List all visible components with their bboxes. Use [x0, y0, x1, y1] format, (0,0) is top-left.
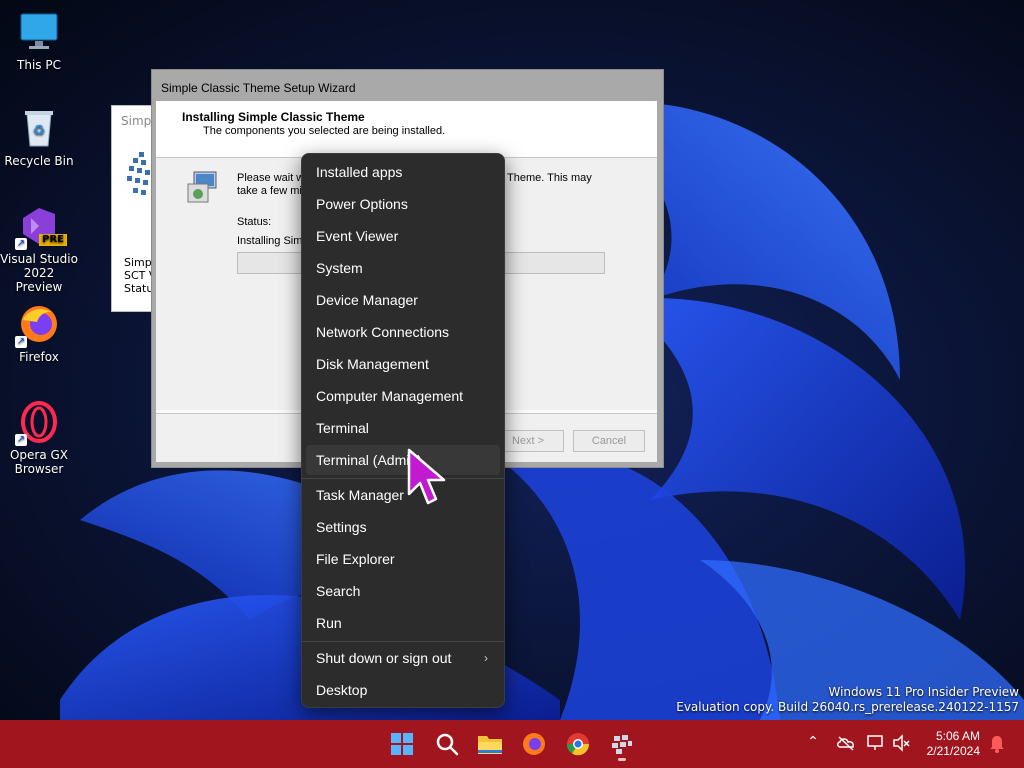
menu-separator — [302, 641, 504, 642]
shortcut-arrow-icon: ↗ — [15, 336, 27, 348]
menu-item-task-manager[interactable]: Task Manager — [306, 480, 500, 510]
menu-item-device-manager[interactable]: Device Manager — [306, 285, 500, 315]
shortcut-arrow-icon: ↗ — [15, 238, 27, 250]
desktop-icon-this-pc[interactable]: This PC — [0, 10, 78, 72]
menu-item-terminal[interactable]: Terminal — [306, 413, 500, 443]
volume-muted-icon[interactable] — [892, 734, 912, 756]
taskbar-setup-app[interactable] — [606, 728, 638, 761]
status-value: Installing Simp — [237, 235, 309, 247]
preview-badge: PRE — [39, 234, 67, 246]
notification-bell-icon[interactable] — [988, 734, 1006, 758]
monitor-icon — [17, 10, 61, 54]
menu-item-run[interactable]: Run — [306, 608, 500, 638]
menu-item-label: Installed apps — [316, 164, 403, 180]
firefox-icon: ↗ — [15, 302, 61, 348]
mouse-cursor-icon — [407, 448, 446, 505]
visual-studio-icon: PRE ↗ — [15, 204, 67, 250]
menu-item-shut-down[interactable]: Shut down or sign out › — [306, 643, 500, 673]
quick-link-menu: Installed apps Power Options Event Viewe… — [301, 153, 505, 708]
menu-item-label: Terminal — [316, 420, 369, 436]
watermark-line: Evaluation copy. Build 26040.rs_prerelea… — [676, 700, 1019, 714]
taskbar-clock[interactable]: 5:06 AM 2/21/2024 — [927, 729, 980, 759]
menu-item-disk-management[interactable]: Disk Management — [306, 349, 500, 379]
menu-item-settings[interactable]: Settings — [306, 512, 500, 542]
menu-item-system[interactable]: System — [306, 253, 500, 283]
watermark-line: Windows 11 Pro Insider Preview — [828, 685, 1019, 699]
folder-icon — [478, 736, 502, 754]
svg-text:♻: ♻ — [33, 123, 46, 139]
setup-app-icon — [612, 735, 632, 754]
installer-icon — [186, 170, 222, 204]
desktop-icon-label: Recycle Bin — [4, 154, 74, 168]
menu-item-label: Run — [316, 615, 342, 631]
menu-item-label: Settings — [316, 519, 367, 535]
taskbar-firefox[interactable] — [518, 728, 550, 760]
menu-item-label: Search — [316, 583, 361, 599]
network-icon[interactable] — [866, 734, 886, 756]
desktop-icon-recycle-bin[interactable]: ♻ Recycle Bin — [0, 106, 78, 168]
wizard-heading: Installing Simple Classic Theme — [182, 110, 365, 124]
menu-separator — [302, 478, 504, 479]
taskbar-file-explorer[interactable] — [474, 728, 506, 760]
menu-item-event-viewer[interactable]: Event Viewer — [306, 221, 500, 251]
status-label: Status: — [237, 216, 272, 228]
wizard-message-line1-end: Theme. This may — [507, 172, 592, 184]
recycle-bin-icon: ♻ — [17, 106, 61, 150]
opera-gx-icon: ↗ — [15, 400, 61, 446]
menu-item-network-connections[interactable]: Network Connections — [306, 317, 500, 347]
desktop-icon-label: Opera GX — [9, 448, 69, 462]
menu-item-label: Event Viewer — [316, 228, 399, 244]
background-window-title: Simpl — [121, 114, 155, 128]
wizard-message-line1: Please wait w — [237, 172, 305, 184]
taskbar: ⌃ 5:06 AM 2/21/2024 — [0, 720, 1024, 768]
menu-item-label: Network Connections — [316, 324, 450, 340]
menu-item-installed-apps[interactable]: Installed apps — [306, 157, 500, 187]
wizard-header: Installing Simple Classic Theme The comp… — [156, 101, 657, 158]
cancel-button[interactable]: Cancel — [573, 430, 645, 452]
onedrive-icon[interactable] — [836, 734, 856, 756]
menu-item-label: Desktop — [316, 682, 368, 698]
desktop-icon-firefox[interactable]: ↗ Firefox — [0, 302, 78, 364]
menu-item-label: Disk Management — [316, 356, 429, 372]
menu-item-power-options[interactable]: Power Options — [306, 189, 500, 219]
desktop-icon-label: 2022 Preview — [15, 266, 63, 294]
desktop-icon-opera-gx[interactable]: ↗ Opera GX Browser — [0, 400, 78, 476]
chevron-right-icon: › — [484, 651, 488, 665]
menu-item-label: Shut down or sign out — [316, 650, 452, 666]
wizard-subheading: The components you selected are being in… — [203, 125, 446, 137]
windows-logo-icon — [391, 733, 413, 755]
chevron-up-icon[interactable]: ⌃ — [804, 734, 822, 752]
menu-item-desktop[interactable]: Desktop — [306, 675, 500, 705]
menu-item-label: Power Options — [316, 196, 408, 212]
menu-item-label: System — [316, 260, 363, 276]
wizard-message-line2: take a few mi — [237, 185, 302, 197]
start-button[interactable] — [386, 728, 418, 760]
menu-item-search[interactable]: Search — [306, 576, 500, 606]
desktop-icon-label: Visual Studio — [0, 252, 78, 266]
menu-item-file-explorer[interactable]: File Explorer — [306, 544, 500, 574]
taskbar-chrome[interactable] — [562, 728, 594, 760]
taskbar-search-button[interactable] — [431, 728, 463, 760]
firefox-icon — [523, 733, 545, 755]
menu-item-label: Terminal (Admin) — [316, 452, 422, 468]
running-indicator — [618, 758, 626, 761]
menu-item-label: Computer Management — [316, 388, 464, 404]
menu-item-label: Task Manager — [316, 487, 404, 503]
chrome-icon — [566, 733, 590, 756]
shortcut-arrow-icon: ↗ — [15, 434, 27, 446]
menu-item-label: Device Manager — [316, 292, 418, 308]
menu-item-terminal-admin[interactable]: Terminal (Admin) — [306, 445, 500, 475]
clock-date: 2/21/2024 — [926, 744, 980, 758]
desktop-icon-label: This PC — [17, 58, 61, 72]
desktop-icon-visual-studio[interactable]: PRE ↗ Visual Studio 2022 Preview — [0, 204, 78, 294]
desktop-icon-label: Firefox — [19, 350, 59, 364]
wizard-title: Simple Classic Theme Setup Wizard — [161, 81, 356, 95]
build-watermark: Windows 11 Pro Insider Preview Evaluatio… — [676, 685, 1019, 715]
search-icon — [436, 733, 459, 756]
menu-item-computer-management[interactable]: Computer Management — [306, 381, 500, 411]
desktop-icon-label: Browser — [14, 462, 64, 476]
clock-time: 5:06 AM — [935, 729, 980, 743]
menu-item-label: File Explorer — [316, 551, 395, 567]
